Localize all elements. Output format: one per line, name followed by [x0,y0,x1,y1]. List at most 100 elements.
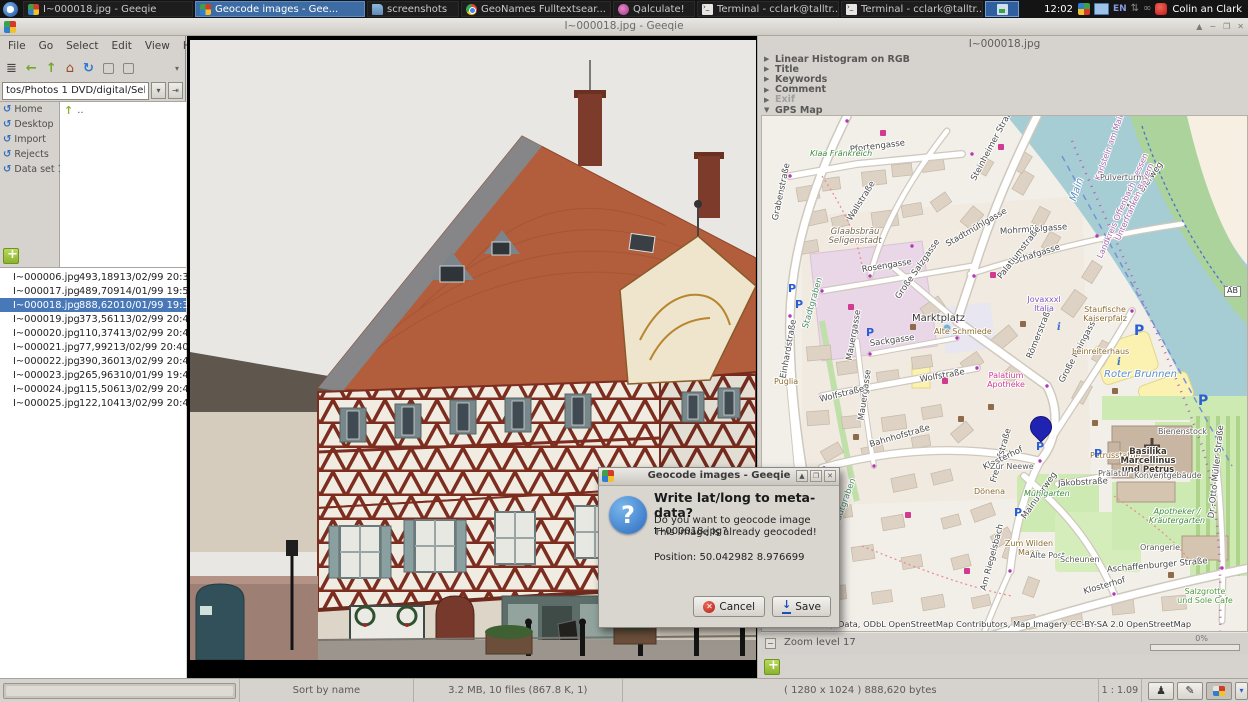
bookmark-icon: ↺ [3,104,11,115]
map-label: Konventgebäude [1134,472,1202,480]
status-tool-button[interactable] [1206,682,1232,700]
bookmark-icon: ↺ [3,119,11,130]
toolbar-icon[interactable]: ↻ [83,61,94,77]
file-row[interactable]: I~000024.jpg 115,506 13/02/99 20:40:08 [0,383,186,397]
toolbar-icon[interactable] [123,63,134,74]
folder-up-item[interactable]: ↑ .. [60,102,186,119]
menu-item[interactable]: Select [66,40,98,57]
map-label: Roter Brunnen [1104,370,1177,381]
path-input[interactable] [2,82,149,100]
path-pin-button[interactable]: ⇥ [168,82,183,99]
window-control-icon[interactable]: ▲ [1196,20,1202,33]
file-row[interactable]: I~000018.jpg 888,620 10/01/99 19:39:16 [0,298,186,312]
status-tool-button[interactable]: ▾ [1235,682,1248,700]
tray-icon[interactable] [1078,3,1090,15]
map-label: Mühlgarten [1024,490,1070,498]
dialog-titlebar[interactable]: Geocode images - Geeqie ▲❐✕ [599,468,839,486]
toolbar-icon[interactable]: ← [26,61,37,77]
taskbar-window-label: Terminal - cclark@talltr... [717,4,839,15]
taskbar-window-button[interactable]: GeoNames Fulltextsear... [461,1,611,17]
map-poi-icon [942,378,948,384]
map-poi-icon [964,568,970,574]
image-dimensions-status: ( 1280 x 1024 ) 888,620 bytes [623,679,1099,702]
toolbar-icon[interactable] [103,63,114,74]
sidebar-section-header[interactable]: ▶ Comment [761,85,1248,95]
shortcut-item[interactable]: ↺ Rejects [0,147,59,162]
dialog-window-control-icon[interactable]: ❐ [810,470,822,482]
shortcut-item[interactable]: ↺ Desktop [0,117,59,132]
collapse-button[interactable]: − [765,638,776,649]
file-row[interactable]: I~000025.jpg 122,104 13/02/99 20:40:08 [0,397,186,411]
start-menu-icon[interactable] [3,2,18,17]
clock: 12:02 [1044,4,1073,15]
expander-triangle-icon: ▶ [764,86,771,94]
cancel-button[interactable]: ✕ Cancel [693,596,765,617]
file-row[interactable]: I~000022.jpg 390,360 13/02/99 20:40:06 [0,355,186,369]
shortcut-item[interactable]: ↺ Import [0,132,59,147]
sidebar-section-header[interactable]: ▶ Title [761,64,1248,74]
sidebar-section-header[interactable]: ▶ Exif [761,95,1248,105]
sidebar-section-header[interactable]: ▶ Linear Histogram on RGB [761,54,1248,64]
file-row[interactable]: I~000023.jpg 265,963 10/01/99 19:40:46 [0,369,186,383]
zoom-level-bar: − Zoom level 17 0% [761,632,1248,655]
taskbar-window-button[interactable]: Qalculate! [613,1,695,17]
menu-item[interactable]: Go [39,40,54,57]
file-row[interactable]: I~000020.jpg 110,374 13/02/99 20:40:00 [0,326,186,340]
toolbar-icon[interactable]: ≣ [6,61,17,77]
window-icon [200,4,211,15]
dialog-window-control-icon[interactable]: ▲ [796,470,808,482]
tray-icon[interactable] [1094,3,1109,15]
window-control-icon[interactable]: − [1209,20,1216,33]
status-tool-button[interactable]: ♟ [1148,682,1174,700]
toolbar-icon[interactable]: ↑ [46,61,57,77]
tray-icon[interactable]: ∞ [1143,2,1151,16]
sidebar-section-header[interactable]: ▼ GPS Map [761,105,1248,115]
window-control-icon[interactable]: ✕ [1237,20,1244,33]
tray-icon[interactable] [1155,3,1167,15]
save-button[interactable]: ↓ Save [772,596,831,617]
tray-icon[interactable]: ⇅ [1131,2,1139,16]
shortcut-item[interactable]: ↺ Data set 1 [0,162,59,177]
sort-by-control[interactable]: Sort by name [240,679,414,702]
sidebar-section-header[interactable]: ▶ Keywords [761,74,1248,84]
geocode-dialog: Geocode images - Geeqie ▲❐✕ ? Write lat/… [598,467,840,628]
toolbar-icon[interactable]: ▾ [175,61,179,77]
window-icon [618,4,629,15]
dialog-window-control-icon[interactable]: ✕ [824,470,836,482]
shortcut-item[interactable]: ↺ Home [0,102,59,117]
map-label: Klaa Fränkreich [810,150,872,158]
file-row[interactable]: I~000021.jpg 77,992 13/02/99 20:40:02 [0,340,186,354]
window-icon [702,4,713,15]
path-dropdown-button[interactable]: ▾ [151,82,166,99]
file-row[interactable]: I~000017.jpg 489,709 14/01/99 19:55:42 [0,284,186,298]
zoom-level-label: Zoom level 17 [784,637,856,648]
add-button[interactable] [764,659,780,675]
window-control-icon[interactable]: ❐ [1223,20,1230,33]
user-name[interactable]: Colin an Clark [1172,4,1242,15]
taskbar-window-button[interactable]: Geocode images - Gee... [195,1,365,17]
file-row[interactable]: I~000019.jpg 373,561 13/02/99 20:40:00 [0,312,186,326]
left-panel: FileGoSelectEditViewHelp ≣←↑⌂↻▾ ▾ ⇥ ↺ Ho… [0,36,186,678]
taskbar-window-button[interactable] [985,1,1019,17]
tray-icon[interactable]: EN [1113,2,1127,16]
map-poi-icon: P [1134,326,1144,336]
zoom-ratio-status[interactable]: 1 : 1.09 [1099,679,1142,702]
menu-item[interactable]: View [145,40,170,57]
expander-triangle-icon: ▶ [764,96,771,104]
add-shortcut-button[interactable] [3,248,19,264]
shortcuts-pane: ↺ Home ↺ Desktop ↺ Import ↺ Rejects ↺ Da… [0,101,60,267]
toolbar-icon[interactable]: ⌂ [66,61,74,77]
taskbar-window-button[interactable]: Terminal - cclark@talltr... [841,1,983,17]
status-tool-button[interactable]: ✎ [1177,682,1203,700]
menu-item[interactable]: File [8,40,26,57]
file-row[interactable]: I~000006.jpg 493,189 13/02/99 20:39:56 [0,270,186,284]
taskbar-window-button[interactable]: I~000018.jpg - Geeqie [23,1,193,17]
taskbar-window-button[interactable]: Terminal - cclark@talltr... [697,1,839,17]
bookmark-icon: ↺ [3,134,11,145]
map-poi-icon [1092,420,1098,426]
map-label: AB [1224,286,1241,296]
taskbar-window-button[interactable]: screenshots [367,1,459,17]
window-titlebar[interactable]: I~000018.jpg - Geeqie ▲−❐✕ [0,18,1248,36]
map-poi-icon: P [1094,449,1102,459]
menu-item[interactable]: Edit [112,40,132,57]
